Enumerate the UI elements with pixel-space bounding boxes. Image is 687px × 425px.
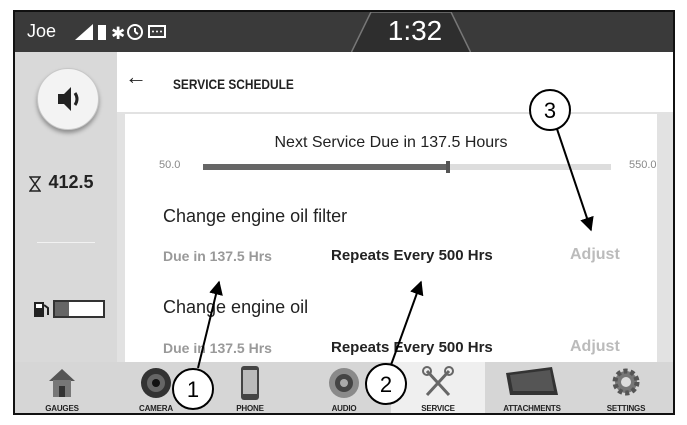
- svg-text:2: 2: [380, 372, 392, 397]
- callout-3: 3: [529, 89, 571, 131]
- svg-text:3: 3: [544, 98, 556, 123]
- callout-arrow-2: [390, 280, 424, 366]
- callout-arrow-3: [556, 128, 594, 232]
- callout-1: 1: [172, 368, 214, 410]
- svg-text:1: 1: [187, 377, 199, 402]
- callout-overlay: 1 2 3: [172, 89, 594, 410]
- callout-2: 2: [365, 363, 407, 405]
- callout-arrow-1: [197, 280, 223, 369]
